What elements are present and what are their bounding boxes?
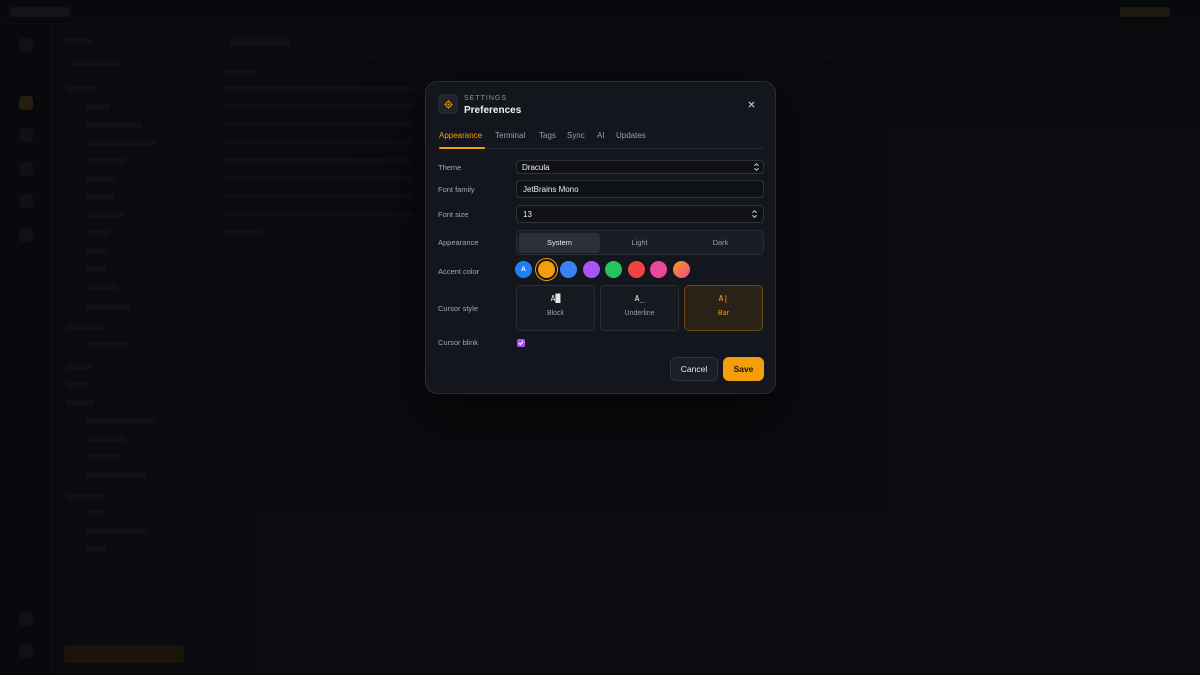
font-size-label: Font size	[438, 210, 469, 219]
cancel-button[interactable]: Cancel	[670, 357, 718, 381]
accent-swatch-pink[interactable]	[650, 261, 667, 278]
appearance-option-system[interactable]: System	[519, 233, 600, 253]
tab-ai[interactable]: AI	[597, 131, 605, 140]
font-size-value: 13	[523, 210, 532, 219]
cursor-option-label: Bar	[718, 310, 729, 317]
cursor-blink-checkbox[interactable]	[517, 339, 525, 347]
tab-terminal[interactable]: Terminal	[495, 131, 525, 140]
close-button[interactable]	[743, 96, 759, 112]
checkmark-icon	[518, 341, 524, 346]
appearance-label: Appearance	[438, 238, 479, 247]
tab-sync[interactable]: Sync	[567, 131, 585, 140]
cursor-preview: A_	[634, 294, 645, 303]
tab-appearance[interactable]: Appearance	[439, 131, 482, 140]
cursor-preview: A█	[550, 294, 561, 303]
accent-swatch-green[interactable]	[605, 261, 622, 278]
cursor-option-bar[interactable]: A| Bar	[684, 285, 763, 331]
appearance-option-dark[interactable]: Dark	[680, 233, 761, 253]
cursor-blink-label: Cursor blink	[438, 338, 479, 347]
preferences-dialog: SETTINGS Preferences Appearance Terminal…	[425, 81, 776, 394]
font-family-label: Font family	[438, 185, 475, 194]
tab-tags[interactable]: Tags	[539, 131, 556, 140]
close-icon	[747, 100, 755, 108]
font-family-input[interactable]: JetBrains Mono	[516, 180, 764, 198]
accent-swatch-purple[interactable]	[583, 261, 600, 278]
tab-updates[interactable]: Updates	[616, 131, 646, 140]
cursor-option-label: Block	[546, 310, 565, 317]
cursor-option-underline[interactable]: A_ Underline	[600, 285, 679, 331]
theme-label: Theme	[438, 163, 462, 172]
stepper-arrows-icon[interactable]	[751, 209, 758, 219]
active-tab-indicator	[439, 147, 485, 149]
accent-swatch-auto[interactable]: A	[515, 261, 532, 278]
accent-swatch-orange[interactable]	[538, 261, 555, 278]
appearance-segmented-control: System Light Dark	[516, 230, 764, 255]
accent-swatch-red[interactable]	[628, 261, 645, 278]
theme-value: Dracula	[522, 163, 550, 172]
dialog-header: SETTINGS Preferences	[438, 94, 763, 118]
accent-swatch-gradient[interactable]	[673, 261, 690, 278]
font-size-stepper[interactable]: 13	[516, 205, 764, 223]
appearance-option-light[interactable]: Light	[599, 233, 680, 253]
cursor-style-label: Cursor style	[438, 304, 479, 313]
save-button[interactable]: Save	[723, 357, 764, 381]
dialog-eyebrow: SETTINGS	[464, 95, 508, 102]
dialog-title: Preferences	[464, 105, 522, 116]
accent-auto-letter: A	[521, 266, 526, 273]
cursor-preview: A|	[718, 294, 729, 303]
settings-tabs: Appearance Terminal Tags Sync AI Updates	[438, 129, 763, 149]
gear-icon	[438, 94, 458, 114]
cursor-option-block[interactable]: A█ Block	[516, 285, 595, 331]
theme-select[interactable]: Dracula	[516, 160, 764, 174]
chevron-updown-icon	[754, 162, 759, 172]
cursor-option-label: Underline	[624, 310, 655, 317]
accent-swatch-blue[interactable]	[560, 261, 577, 278]
accent-color-label: Accent color	[438, 267, 480, 276]
